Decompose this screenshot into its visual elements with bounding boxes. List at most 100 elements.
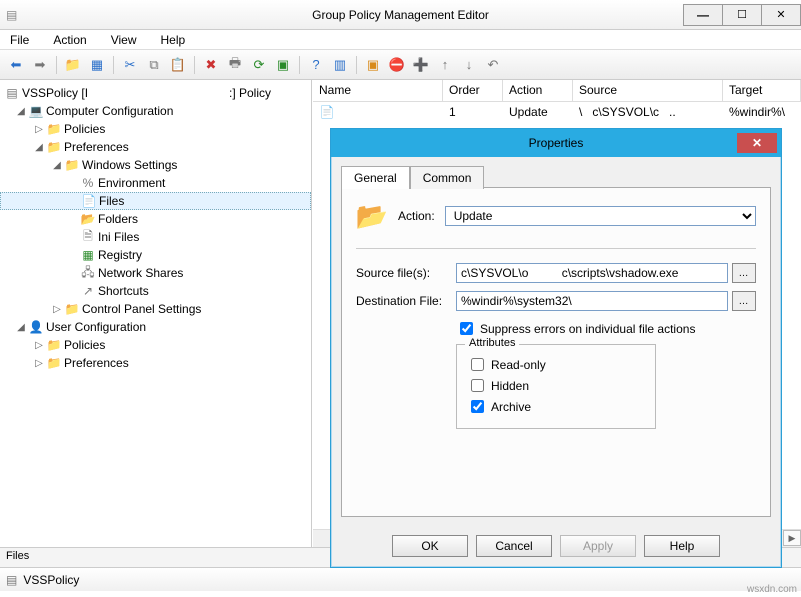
collapse-icon[interactable]: ◢ <box>14 106 28 117</box>
tree-folders[interactable]: 📂Folders <box>0 210 311 228</box>
dialog-title: Properties <box>331 136 781 150</box>
tree-user-config[interactable]: ◢👤User Configuration <box>0 318 311 336</box>
separator <box>356 56 357 74</box>
tab-general[interactable]: General <box>341 166 410 189</box>
dialog-titlebar[interactable]: Properties ✕ <box>331 129 781 157</box>
collapse-icon[interactable]: ◢ <box>14 322 28 333</box>
move-up-icon[interactable]: ↑ <box>435 55 455 75</box>
suppress-errors-checkbox[interactable] <box>460 322 473 335</box>
tree-ini-files[interactable]: 🗎Ini Files <box>0 228 311 246</box>
col-target[interactable]: Target <box>723 80 801 101</box>
list-header[interactable]: Name Order Action Source Target <box>313 80 801 102</box>
tree-files[interactable]: 📄Files <box>0 192 311 210</box>
help-icon[interactable]: ? <box>306 55 326 75</box>
menu-file[interactable]: File <box>6 31 33 49</box>
stop-icon[interactable]: ⛔ <box>387 55 407 75</box>
help-button[interactable]: Help <box>644 535 720 557</box>
readonly-checkbox[interactable] <box>471 358 484 371</box>
menubar: File Action View Help <box>0 30 801 50</box>
tree-root[interactable]: ▤ VSSPolicy [I :] Policy <box>0 84 311 102</box>
separator <box>194 56 195 74</box>
separator <box>56 56 57 74</box>
apply-button[interactable]: Apply <box>560 535 636 557</box>
show-hide-tree-icon[interactable]: ▦ <box>87 55 107 75</box>
delete-icon[interactable]: ✖ <box>201 55 221 75</box>
window-title: Group Policy Management Editor <box>0 8 801 22</box>
refresh-icon[interactable]: ⟳ <box>249 55 269 75</box>
list-row[interactable]: 📄 1 Update \ c\SYSVOL\c .. %windir%\ <box>313 102 801 122</box>
forward-icon[interactable]: ➡ <box>30 55 50 75</box>
tree-windows-settings[interactable]: ◢📁Windows Settings <box>0 156 311 174</box>
collapse-icon[interactable]: ◢ <box>32 142 46 153</box>
cut-icon[interactable]: ✂ <box>120 55 140 75</box>
tree-preferences[interactable]: ◢📁Preferences <box>0 138 311 156</box>
scroll-right-icon[interactable]: ▶ <box>783 530 801 546</box>
tab-common[interactable]: Common <box>410 166 485 189</box>
col-name[interactable]: Name <box>313 80 443 101</box>
titlebar: ▤ Group Policy Management Editor — ☐ ✕ <box>0 0 801 30</box>
ok-button[interactable]: OK <box>392 535 468 557</box>
browse-destination-button[interactable]: … <box>732 291 756 311</box>
menu-view[interactable]: View <box>107 31 141 49</box>
folder-icon: 📂 <box>80 212 96 226</box>
properties-dialog: Properties ✕ General Common 📂 Action: Up… <box>330 128 782 568</box>
tree-policies[interactable]: ▷📁Policies <box>0 120 311 138</box>
tree-control-panel-settings[interactable]: ▷📁Control Panel Settings <box>0 300 311 318</box>
destination-label: Destination File: <box>356 294 456 308</box>
folder-icon: 📁 <box>64 302 80 316</box>
paste-icon[interactable]: 📋 <box>168 55 188 75</box>
menu-help[interactable]: Help <box>157 31 190 49</box>
action-select[interactable]: Update <box>445 206 756 226</box>
cancel-button[interactable]: Cancel <box>476 535 552 557</box>
attributes-group: Attributes Read-only Hidden Archive <box>456 344 656 429</box>
browse-source-button[interactable]: … <box>732 263 756 283</box>
print-icon[interactable]: 🖶 <box>225 55 245 75</box>
hidden-checkbox[interactable] <box>471 379 484 392</box>
suppress-errors-label: Suppress errors on individual file actio… <box>480 322 695 336</box>
tree-user-policies[interactable]: ▷📁Policies <box>0 336 311 354</box>
expand-icon[interactable]: ▷ <box>32 340 46 351</box>
tree-registry[interactable]: ▦Registry <box>0 246 311 264</box>
up-icon[interactable]: 📁 <box>63 55 83 75</box>
folder-icon: 📁 <box>46 338 62 352</box>
menu-action[interactable]: Action <box>49 31 90 49</box>
file-action-icon: 📂 <box>356 200 388 232</box>
collapse-icon[interactable]: ◢ <box>50 160 64 171</box>
options-icon[interactable]: ▣ <box>363 55 383 75</box>
col-source[interactable]: Source <box>573 80 723 101</box>
tree-pane[interactable]: ▤ VSSPolicy [I :] Policy ◢💻Computer Conf… <box>0 80 312 547</box>
add-icon[interactable]: ➕ <box>411 55 431 75</box>
undo-icon[interactable]: ↶ <box>483 55 503 75</box>
action-label: Action: <box>398 209 435 223</box>
copy-icon[interactable]: ⧉ <box>144 55 164 75</box>
expand-icon[interactable]: ▷ <box>50 304 64 315</box>
source-label: Source file(s): <box>356 266 456 280</box>
expand-icon[interactable]: ▷ <box>32 358 46 369</box>
col-action[interactable]: Action <box>503 80 573 101</box>
tree-environment[interactable]: %Environment <box>0 174 311 192</box>
col-order[interactable]: Order <box>443 80 503 101</box>
tree-shortcuts[interactable]: ↗Shortcuts <box>0 282 311 300</box>
tree-network-shares[interactable]: 🖧Network Shares <box>0 264 311 282</box>
folder-icon: 📁 <box>46 356 62 370</box>
files-icon: 📄 <box>81 194 97 208</box>
tree-user-preferences[interactable]: ▷📁Preferences <box>0 354 311 372</box>
move-down-icon[interactable]: ↓ <box>459 55 479 75</box>
archive-checkbox[interactable] <box>471 400 484 413</box>
mdi-tab[interactable]: VSSPolicy <box>23 573 79 587</box>
source-input[interactable] <box>456 263 728 283</box>
user-icon: 👤 <box>28 320 44 334</box>
policy-icon: ▤ <box>6 573 17 587</box>
back-icon[interactable]: ⬅ <box>6 55 26 75</box>
computer-icon: 💻 <box>28 104 44 118</box>
separator <box>113 56 114 74</box>
destination-input[interactable] <box>456 291 728 311</box>
expand-icon[interactable]: ▷ <box>32 124 46 135</box>
separator <box>356 248 756 249</box>
tree-computer-config[interactable]: ◢💻Computer Configuration <box>0 102 311 120</box>
policy-icon: ▤ <box>4 86 20 100</box>
export-icon[interactable]: ▣ <box>273 55 293 75</box>
folder-icon: 📁 <box>64 158 80 172</box>
properties-icon[interactable]: ▥ <box>330 55 350 75</box>
env-icon: % <box>80 176 96 190</box>
